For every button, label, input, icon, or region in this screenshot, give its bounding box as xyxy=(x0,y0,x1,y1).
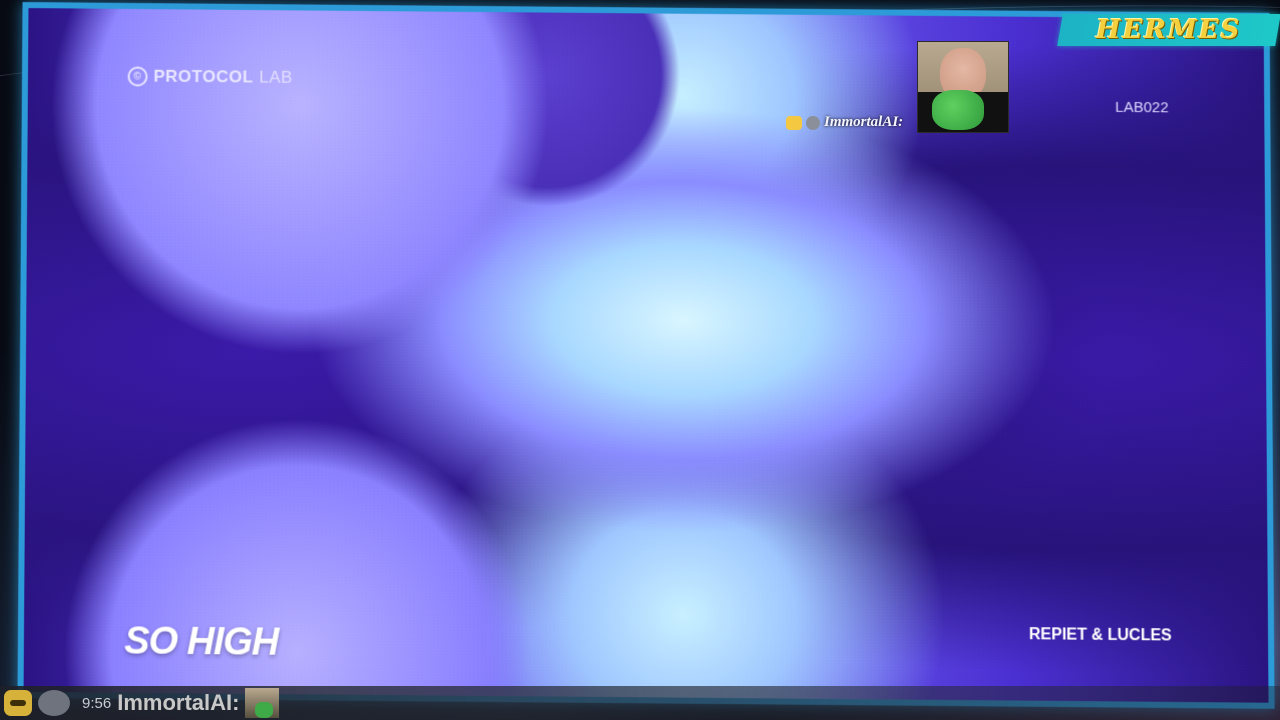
catalog-number: LAB022 xyxy=(1115,98,1169,117)
moderator-badge-icon xyxy=(806,115,820,130)
webcam-overlay xyxy=(917,41,1009,133)
channel-brand-logo: HERMES xyxy=(1057,14,1280,46)
chat-moderator-badge-icon xyxy=(38,690,70,716)
chat-emote-icon xyxy=(245,688,280,718)
track-artists: REPIET & LUCLES xyxy=(1028,626,1172,645)
record-label-logo: © PROTOCOL LAB xyxy=(127,66,293,87)
label-suffix: LAB xyxy=(259,67,293,87)
video-frame: © PROTOCOL LAB LAB022 SO HIGH REPIET & L… xyxy=(17,2,1275,709)
video-grain xyxy=(23,8,1269,703)
label-logo-icon: © xyxy=(127,66,148,87)
chat-bar: 9:56 ImmortalAI: xyxy=(0,686,1280,720)
webcam-username: ImmortalAI: xyxy=(824,114,904,130)
chat-timestamp: 9:56 xyxy=(82,694,112,712)
track-title: SO HIGH xyxy=(124,620,279,664)
chat-subscriber-badge-icon xyxy=(4,690,32,716)
webcam-chat-label: ImmortalAI: xyxy=(786,114,903,131)
chat-username[interactable]: ImmortalAI: xyxy=(117,690,239,716)
subscriber-badge-icon xyxy=(786,115,802,130)
label-name: PROTOCOL xyxy=(153,66,254,87)
plush-toy xyxy=(932,90,984,130)
brand-text: HERMES xyxy=(1096,15,1242,45)
